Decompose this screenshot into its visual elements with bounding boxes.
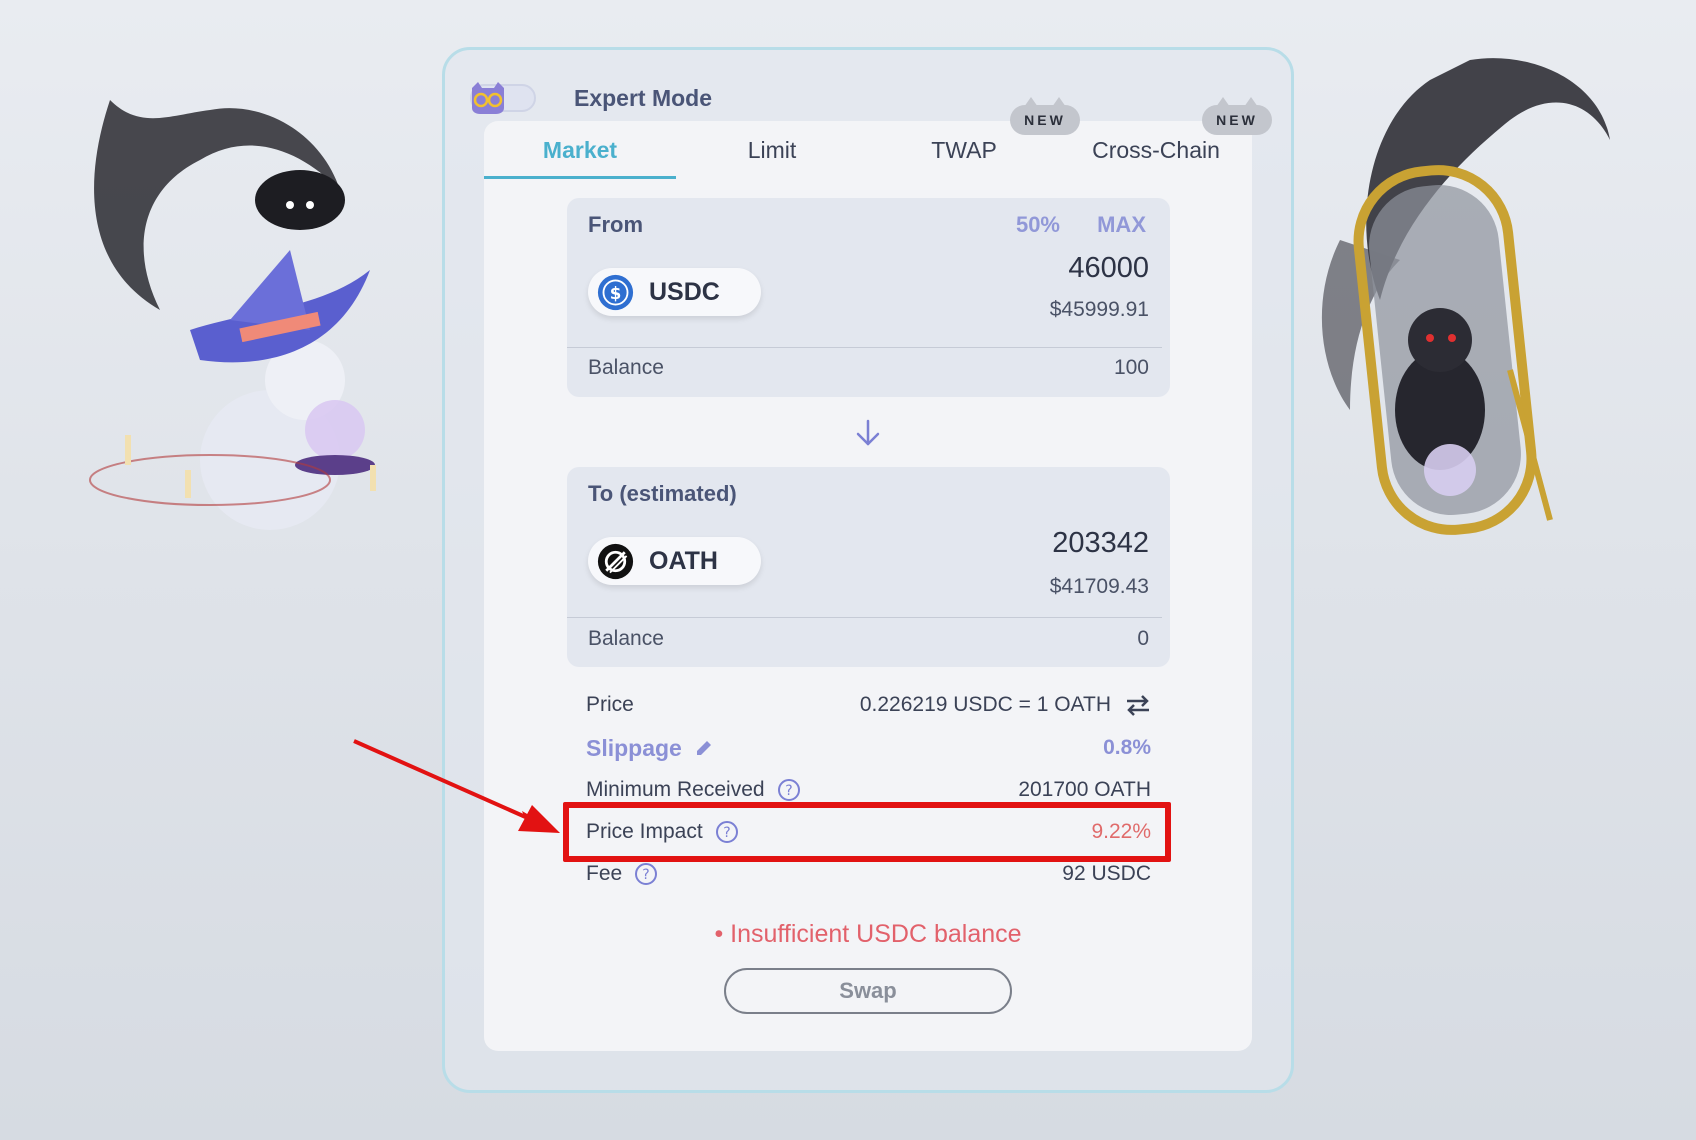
swap-button[interactable]: Swap xyxy=(724,968,1012,1014)
red-arrow-annotation xyxy=(353,739,560,833)
error-message: • Insufficient USDC balance xyxy=(714,920,1022,948)
swap-arrows-icon[interactable] xyxy=(1125,694,1151,716)
to-divider xyxy=(567,617,1162,618)
from-token-name: USDC xyxy=(649,277,720,306)
help-icon[interactable]: ? xyxy=(777,778,801,802)
max-button[interactable]: MAX xyxy=(1097,212,1146,238)
from-balance-value: 100 xyxy=(1113,356,1149,379)
svg-text:$: $ xyxy=(610,283,622,302)
mirror-cat-illustration xyxy=(1321,58,1610,535)
fee-label: Fee xyxy=(586,862,623,885)
tab-market[interactable]: Market xyxy=(484,121,676,179)
slippage-label: Slippage xyxy=(586,734,682,761)
witch-cat-illustration xyxy=(89,100,376,530)
from-balance-label: Balance xyxy=(588,356,664,379)
to-usd-value: $41709.43 xyxy=(1049,575,1149,598)
to-amount: 203342 xyxy=(1052,527,1149,559)
to-title: To (estimated) xyxy=(588,481,737,506)
expert-mode-label: Expert Mode xyxy=(574,84,713,111)
from-divider xyxy=(567,347,1162,348)
price-impact-highlight xyxy=(563,802,1171,862)
fee-value: 92 USDC xyxy=(1062,862,1151,885)
fee-row: Fee ? 92 USDC xyxy=(586,857,1151,891)
new-badge-twap: NEW xyxy=(1010,97,1080,135)
from-title: From xyxy=(588,212,643,237)
from-amount-input[interactable] xyxy=(889,252,1149,285)
pencil-icon[interactable] xyxy=(694,738,714,758)
oath-icon xyxy=(597,543,634,579)
from-panel: From 50% MAX $ USDC $45999.91 Balance 10… xyxy=(567,198,1170,397)
minimum-received-label: Minimum Received xyxy=(586,778,765,801)
price-value: 0.226219 USDC = 1 OATH xyxy=(859,693,1111,716)
half-button[interactable]: 50% xyxy=(1016,212,1060,238)
price-row: Price 0.226219 USDC = 1 OATH xyxy=(586,688,1151,722)
to-token-selector[interactable]: OATH xyxy=(588,537,761,585)
from-token-selector[interactable]: $ USDC xyxy=(588,268,761,316)
to-token-name: OATH xyxy=(649,546,718,575)
to-panel: To (estimated) OATH 203342 $41709.43 Bal… xyxy=(567,467,1170,667)
to-balance-value: 0 xyxy=(1137,627,1149,650)
svg-text:?: ? xyxy=(642,867,649,883)
to-balance-label: Balance xyxy=(588,627,664,650)
expert-mode-toggle[interactable] xyxy=(470,82,536,114)
new-badge-cross-chain: NEW xyxy=(1202,97,1272,135)
svg-text:?: ? xyxy=(785,783,792,799)
minimum-received-value: 201700 OATH xyxy=(1018,778,1151,801)
from-usd-value: $45999.91 xyxy=(1049,298,1149,321)
trade-tabs: Market Limit TWAP Cross-Chain xyxy=(484,121,1252,179)
help-icon[interactable]: ? xyxy=(634,862,658,886)
slippage-row[interactable]: Slippage 0.8% xyxy=(586,731,1151,765)
usdc-icon: $ xyxy=(597,274,634,310)
tab-limit[interactable]: Limit xyxy=(676,121,868,179)
switch-direction-icon[interactable] xyxy=(855,418,881,448)
expert-mode-row: Expert Mode xyxy=(470,78,712,118)
slippage-value: 0.8% xyxy=(1103,736,1151,759)
price-label: Price xyxy=(586,693,634,716)
cat-glasses-icon xyxy=(472,82,504,114)
